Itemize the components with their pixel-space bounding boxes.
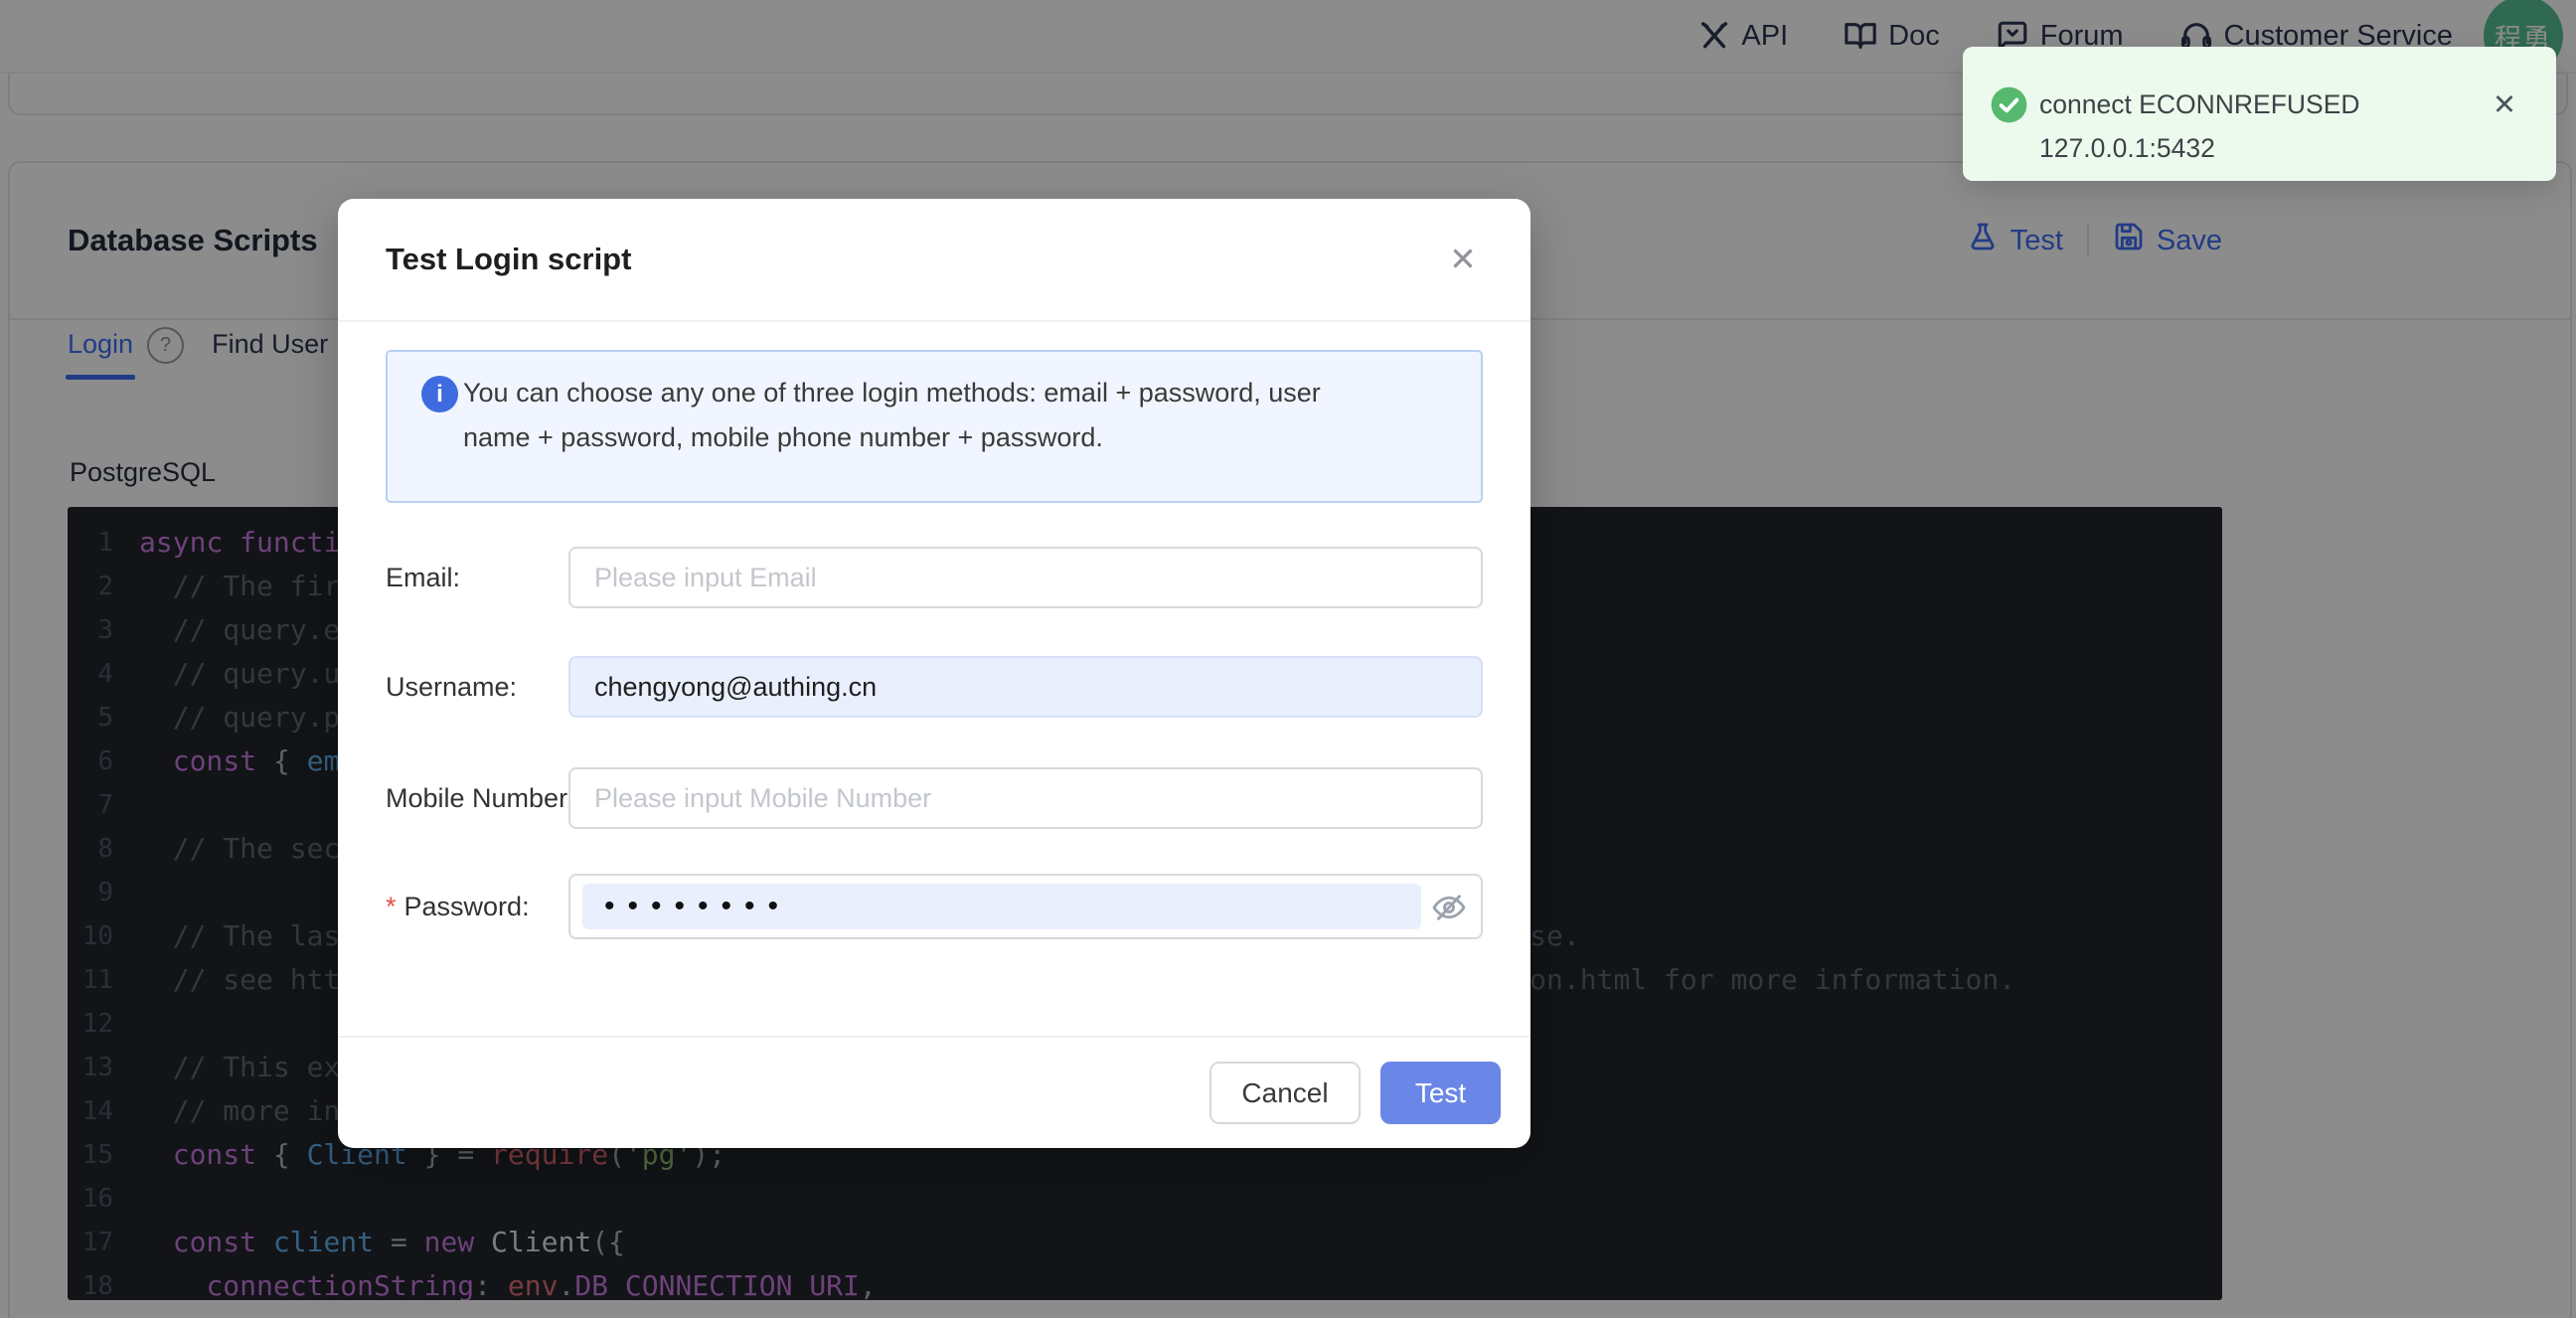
modal-header: Test Login script ✕ [338, 199, 1530, 322]
password-field[interactable]: •••••••• [568, 874, 1483, 939]
login-methods-alert: i You can choose any one of three login … [386, 350, 1483, 503]
success-check-icon [1990, 85, 2028, 129]
email-row: Email: [386, 547, 1483, 608]
password-row: *Password: •••••••• [386, 874, 1483, 939]
toast-notification: connect ECONNREFUSED 127.0.0.1:5432 ✕ [1963, 47, 2556, 181]
test-login-modal: Test Login script ✕ i You can choose any… [338, 199, 1530, 1148]
alert-text: You can choose any one of three login me… [463, 371, 1447, 460]
username-row: Username: [386, 656, 1483, 718]
toast-message-line2: 127.0.0.1:5432 [2039, 126, 2360, 170]
toast-message: connect ECONNREFUSED 127.0.0.1:5432 [2039, 82, 2360, 170]
mobile-number-row: Mobile Number: [386, 767, 1483, 829]
required-asterisk: * [386, 892, 397, 921]
modal-close-icon[interactable]: ✕ [1437, 233, 1489, 284]
password-masked-value: •••••••• [582, 884, 1421, 929]
modal-title: Test Login script [386, 199, 631, 320]
cancel-button[interactable]: Cancel [1209, 1062, 1361, 1124]
modal-footer: Cancel Test [338, 1036, 1530, 1148]
info-icon: i [421, 376, 458, 412]
password-label-text: Password: [404, 892, 530, 921]
mobile-number-label: Mobile Number: [386, 783, 568, 814]
password-label: *Password: [386, 892, 568, 922]
alert-text-line1: You can choose any one of three login me… [463, 371, 1447, 415]
eye-invisible-icon[interactable] [1429, 890, 1469, 925]
toast-close-icon[interactable]: ✕ [2483, 82, 2526, 126]
email-field[interactable] [568, 547, 1483, 608]
modal-test-button[interactable]: Test [1380, 1062, 1501, 1124]
username-field[interactable] [568, 656, 1483, 718]
app-root: API Doc Forum [0, 0, 2576, 1318]
mobile-number-field[interactable] [568, 767, 1483, 829]
toast-message-line1: connect ECONNREFUSED [2039, 82, 2360, 126]
email-label: Email: [386, 563, 568, 593]
username-label: Username: [386, 672, 568, 703]
alert-text-line2: name + password, mobile phone number + p… [463, 415, 1447, 460]
